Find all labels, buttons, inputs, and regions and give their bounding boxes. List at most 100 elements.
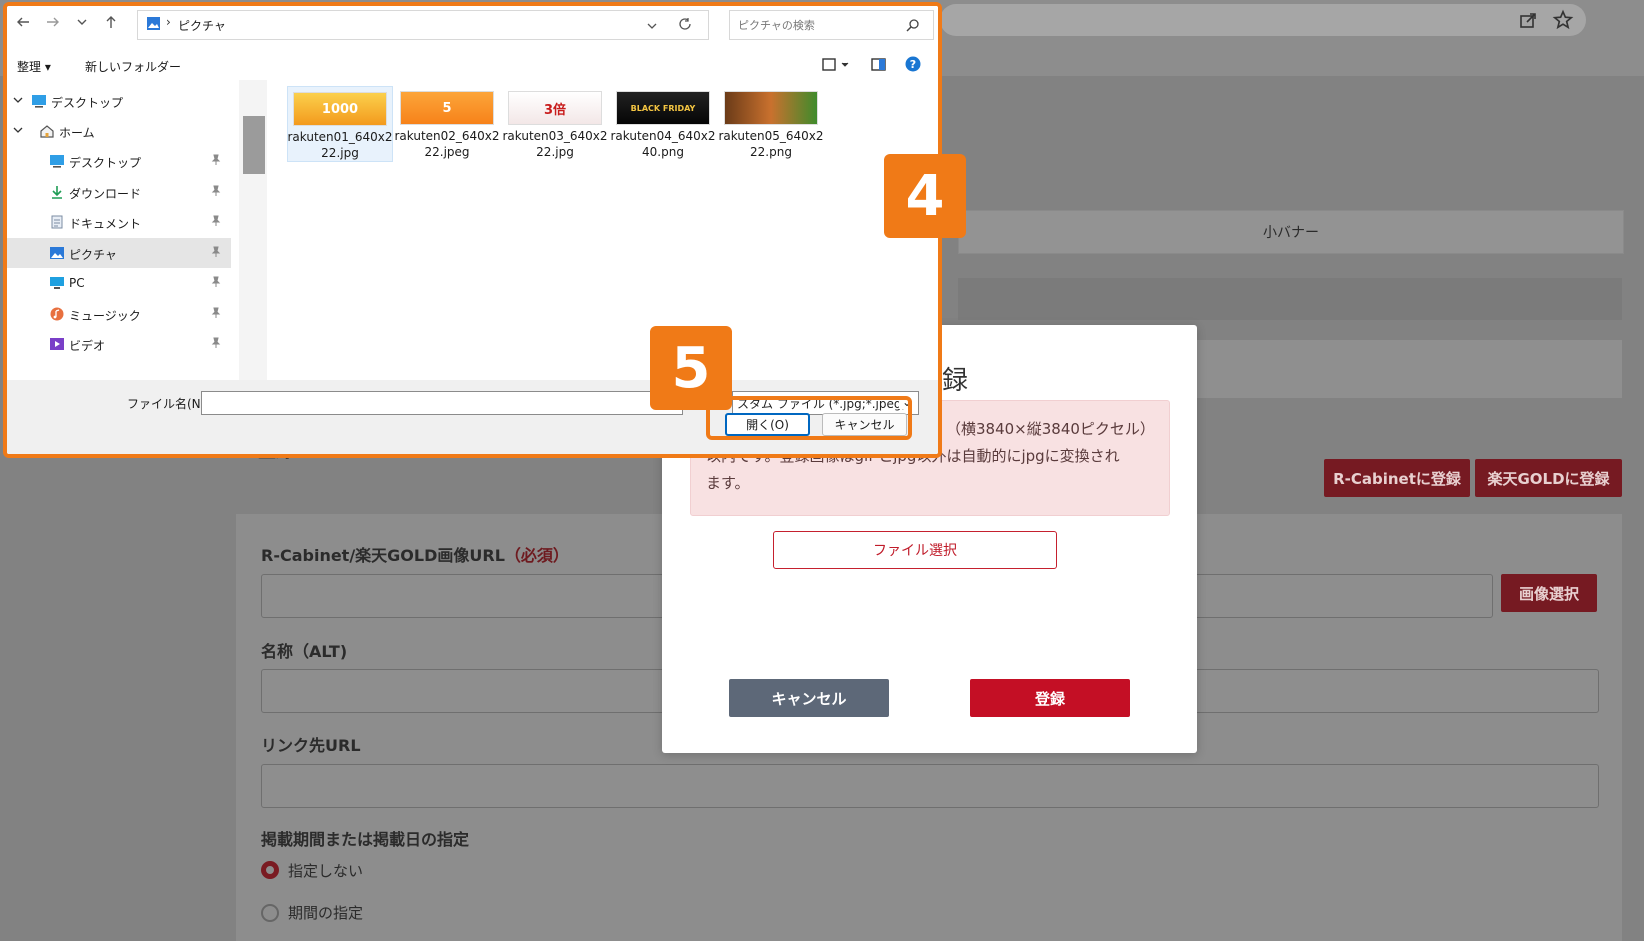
file-thumbnail <box>724 91 818 125</box>
file-name-line2: 22.jpeg <box>424 145 470 159</box>
download-icon <box>49 185 65 202</box>
link-url-label: リンク先URL <box>261 736 361 755</box>
modal-title: 録 <box>942 366 969 396</box>
gold-register-button[interactable]: 楽天GOLDに登録 <box>1475 459 1622 497</box>
file-name: rakuten01_640x2 22.jpg <box>287 129 392 161</box>
help-icon[interactable]: ? <box>905 56 921 76</box>
thumbnail-text: 5 <box>442 100 452 116</box>
pictures-icon <box>49 246 65 263</box>
search-placeholder: ピクチャの検索 <box>738 19 815 32</box>
up-arrow-icon[interactable] <box>103 14 119 34</box>
file-name-line2: 22.jpg <box>536 145 574 159</box>
file-name: rakuten04_640x2 40.png <box>610 128 715 160</box>
file-select-button[interactable]: ファイル選択 <box>773 531 1057 569</box>
file-name: rakuten02_640x2 22.jpeg <box>394 128 499 160</box>
file-item[interactable]: 1000 rakuten01_640x2 22.jpg <box>287 86 393 162</box>
file-name-line2: 22.jpg <box>321 146 359 160</box>
tab-label: 小バナー <box>1263 225 1319 241</box>
radio-no-period-label: 指定しない <box>288 862 364 880</box>
pin-icon[interactable] <box>211 337 221 352</box>
required-label: （必須） <box>504 546 569 565</box>
alt-label: 名称（ALT) <box>261 642 348 661</box>
radio-period[interactable] <box>261 904 279 922</box>
file-name-line2: 40.png <box>642 145 684 159</box>
address-dropdown-icon[interactable] <box>646 17 658 36</box>
period-label: 掲載期間または掲載日の指定 <box>261 830 470 849</box>
video-icon <box>49 337 65 354</box>
tree-item[interactable]: ミュージック <box>7 299 231 329</box>
file-item[interactable]: 5 rakuten02_640x2 22.jpeg <box>394 86 500 160</box>
file-name-line1: rakuten03_640x2 <box>502 129 608 143</box>
file-name: rakuten03_640x2 22.jpg <box>502 128 607 160</box>
tree-item-label: ピクチャ <box>69 248 117 262</box>
address-folder-label: ピクチャ <box>178 19 226 33</box>
address-bar[interactable] <box>940 4 1586 36</box>
pc-icon <box>49 276 65 293</box>
step-4-badge: 4 <box>884 154 966 238</box>
file-name-line1: rakuten04_640x2 <box>610 129 716 143</box>
file-item[interactable]: BLACK FRIDAY rakuten04_640x2 40.png <box>610 86 716 160</box>
share-icon[interactable] <box>1518 10 1538 35</box>
bookmark-star-icon[interactable] <box>1552 9 1574 36</box>
chevron-down-icon[interactable] <box>13 94 23 108</box>
file-thumbnail: 5 <box>400 91 494 125</box>
tree-item[interactable]: デスクトップ <box>7 86 231 116</box>
recent-dropdown-icon[interactable] <box>75 14 89 34</box>
pin-icon[interactable] <box>211 246 221 261</box>
modal-register-button[interactable]: 登録 <box>970 679 1130 717</box>
image-select-button[interactable]: 画像選択 <box>1501 574 1597 612</box>
image-url-label: R-Cabinet/楽天GOLD画像URL（必須） <box>261 546 569 565</box>
r-cabinet-register-button[interactable]: R-Cabinetに登録 <box>1324 459 1470 497</box>
desktop-icon <box>31 94 47 111</box>
filename-input[interactable] <box>201 391 683 415</box>
pin-icon[interactable] <box>211 276 221 291</box>
tree-item[interactable]: ビデオ <box>7 329 231 359</box>
thumbnail-text: BLACK FRIDAY <box>630 103 696 113</box>
pin-icon[interactable] <box>211 215 221 230</box>
radio-period-label: 期間の指定 <box>288 904 364 922</box>
radio-no-period[interactable] <box>261 861 279 879</box>
dialog-address-bar[interactable]: › ピクチャ <box>137 10 709 40</box>
chevron-down-icon[interactable] <box>13 124 23 138</box>
link-url-input[interactable] <box>261 764 1599 808</box>
view-options-icon[interactable] <box>822 57 852 76</box>
forward-arrow-icon[interactable] <box>45 14 61 34</box>
file-name-line1: rakuten02_640x2 <box>394 129 500 143</box>
buttons-highlight-frame <box>706 396 912 440</box>
search-icon[interactable] <box>906 17 920 36</box>
alert-text-line3: ます。 <box>706 474 750 492</box>
back-arrow-icon[interactable] <box>15 14 31 34</box>
organize-button[interactable]: 整理 ▾ <box>17 58 51 75</box>
pin-icon[interactable] <box>211 307 221 322</box>
file-thumbnail: BLACK FRIDAY <box>616 91 710 125</box>
tree-item[interactable]: ダウンロード <box>7 177 231 207</box>
dialog-toolbar: 整理 ▾ 新しいフォルダー ? <box>7 46 938 80</box>
tree-item[interactable]: ドキュメント <box>7 207 231 237</box>
music-icon <box>49 307 65 324</box>
file-name-line2: 22.png <box>750 145 792 159</box>
pin-icon[interactable] <box>211 154 221 169</box>
tree-item-label: ダウンロード <box>69 187 142 201</box>
tab-small-banner[interactable]: 小バナー <box>958 210 1624 254</box>
home-icon <box>39 124 55 141</box>
new-folder-button[interactable]: 新しいフォルダー <box>85 58 181 75</box>
nav-scrollbar-thumb[interactable] <box>243 116 265 174</box>
file-item[interactable]: rakuten05_640x2 22.png <box>718 86 824 160</box>
thumbnail-text: 3倍 <box>543 102 567 118</box>
file-item[interactable]: 3倍 rakuten03_640x2 22.jpg <box>502 86 608 160</box>
file-name-line1: rakuten05_640x2 <box>718 129 824 143</box>
breadcrumb-separator: › <box>166 15 171 29</box>
thumbnail-text: 1000 <box>321 101 359 117</box>
dialog-nav-bar: › ピクチャ ピクチャの検索 <box>7 6 938 40</box>
preview-pane-icon[interactable] <box>871 57 886 76</box>
dialog-search-box[interactable]: ピクチャの検索 <box>729 10 934 40</box>
tree-item[interactable]: PC <box>7 268 231 298</box>
tree-item[interactable]: ピクチャ <box>7 238 231 268</box>
content-bar <box>958 278 1622 320</box>
refresh-icon[interactable] <box>678 16 692 35</box>
modal-cancel-button[interactable]: キャンセル <box>729 679 889 717</box>
pin-icon[interactable] <box>211 185 221 200</box>
tree-item[interactable]: デスクトップ <box>7 146 231 176</box>
tree-item-label: PC <box>69 276 85 290</box>
tree-item[interactable]: ホーム <box>7 116 231 146</box>
